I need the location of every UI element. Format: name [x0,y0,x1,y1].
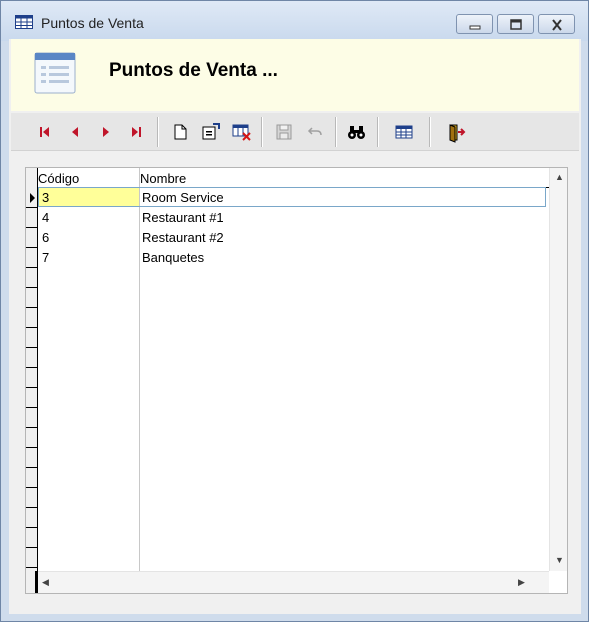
next-record-icon [103,127,109,137]
row-marker [26,328,38,348]
row-marker [26,248,38,268]
scroll-up-icon[interactable]: ▲ [555,172,564,182]
window-client-area: Puntos de Venta ... Código Nombre 3 Room… [9,39,581,614]
toolbar-separator [157,117,159,147]
cell-codigo[interactable]: 4 [42,210,138,225]
form-icon [34,52,76,94]
row-marker [26,488,38,508]
new-document-icon [174,124,187,140]
toolbar-separator [429,117,431,147]
cell-nombre[interactable]: Room Service [142,190,224,205]
row-marker [26,508,38,528]
row-marker [26,408,38,428]
maximize-icon [510,19,522,30]
new-record-button[interactable] [169,121,191,143]
delete-record-button[interactable] [230,121,252,143]
row-marker [26,228,38,248]
row-marker [26,208,38,228]
row-pointer-icon [30,193,35,203]
cell-nombre[interactable]: Restaurant #1 [142,210,224,225]
toolbar-separator [377,117,379,147]
previous-record-button[interactable] [64,121,86,143]
row-indicator-footer [26,571,38,593]
window-title: Puntos de Venta [41,15,144,31]
column-header-codigo[interactable]: Código [38,171,79,186]
undo-icon [307,127,322,136]
row-marker [26,528,38,548]
undo-button [304,121,326,143]
toolbar [11,113,579,151]
toolbar-separator [335,117,337,147]
binoculars-icon [348,126,365,139]
next-record-button[interactable] [95,121,117,143]
scroll-down-icon[interactable]: ▼ [555,555,564,565]
maximize-button[interactable] [497,14,534,34]
column-header-nombre[interactable]: Nombre [140,171,186,186]
close-button[interactable] [538,14,575,34]
cell-codigo[interactable]: 7 [42,250,138,265]
first-record-button[interactable] [34,121,56,143]
row-marker [26,548,38,568]
scroll-right-icon[interactable]: ▶ [518,577,525,588]
cell-codigo[interactable]: 3 [42,190,138,205]
row-marker [26,448,38,468]
row-marker [26,268,38,288]
cell-nombre[interactable]: Restaurant #2 [142,230,224,245]
exit-door-icon [449,124,466,143]
close-icon [552,19,562,31]
data-grid[interactable]: Código Nombre 3 Room Service 4 Restauran… [25,167,568,594]
table-row[interactable]: 4 Restaurant #1 [38,208,549,228]
edit-record-icon [202,123,220,140]
vertical-scrollbar[interactable]: ▲ ▼ [549,168,567,571]
horizontal-scrollbar[interactable]: ◀ ▶ [38,571,549,593]
toolbar-separator [261,117,263,147]
edit-record-button[interactable] [199,121,221,143]
row-marker [26,288,38,308]
row-marker [26,468,38,488]
first-record-icon [40,127,49,137]
table-row[interactable]: 3 Room Service [38,187,549,208]
current-row-pointer [26,188,38,208]
header-title: Puntos de Venta ... [109,60,278,81]
table-row[interactable]: 6 Restaurant #2 [38,228,549,248]
grid-header: Código Nombre [38,168,549,188]
row-marker [26,348,38,368]
grid-view-button[interactable] [393,121,415,143]
row-marker [26,368,38,388]
last-record-icon [132,127,141,137]
main-window: Puntos de Venta Puntos de Venta ... Códi… [0,0,589,622]
table-icon [15,15,33,29]
row-marker [26,428,38,448]
header-panel: Puntos de Venta ... [11,39,579,111]
table-row[interactable]: 7 Banquetes [38,248,549,268]
row-marker [26,388,38,408]
save-icon [276,124,292,140]
save-record-button [273,121,295,143]
minimize-button[interactable] [456,14,493,34]
cell-nombre[interactable]: Banquetes [142,250,204,265]
delete-record-icon [232,124,251,141]
previous-record-icon [72,127,78,137]
table-icon [395,125,413,139]
cell-codigo[interactable]: 6 [42,230,138,245]
scroll-left-icon[interactable]: ◀ [42,577,49,588]
minimize-icon [469,25,481,30]
title-bar[interactable]: Puntos de Venta [1,1,588,41]
exit-button[interactable] [445,121,467,143]
row-marker [26,308,38,328]
last-record-button[interactable] [125,121,147,143]
search-button[interactable] [345,121,367,143]
